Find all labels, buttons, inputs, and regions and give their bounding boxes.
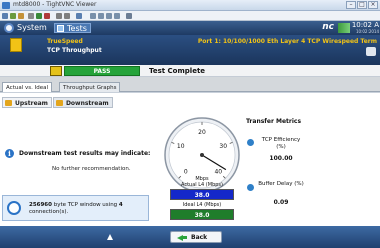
brand-logo: nc xyxy=(322,22,334,32)
tests-icon xyxy=(57,25,64,32)
results-panel: Upstream Downstream i Downstream test re… xyxy=(0,92,380,226)
downstream-label: Downstream xyxy=(65,100,109,107)
pause-icon[interactable] xyxy=(28,13,34,19)
status-strip: PASS Test Complete xyxy=(0,65,380,77)
tests-menu[interactable]: Tests xyxy=(54,23,91,33)
zoom-100-icon[interactable] xyxy=(106,13,112,19)
zoom-fit-icon[interactable] xyxy=(114,13,120,19)
tcp-window-text: 256960 byte TCP window using 4 connectio… xyxy=(29,202,147,216)
gauge-tick-label: 0 xyxy=(184,168,188,175)
fullscreen-icon[interactable] xyxy=(126,13,132,19)
tcp-window-size: 256960 xyxy=(29,202,52,208)
ctrl-alt-del-icon[interactable] xyxy=(44,13,50,19)
start-stop-icon[interactable] xyxy=(50,66,62,76)
buffer-delay-value: 0.09 xyxy=(273,199,289,206)
refresh-icon[interactable] xyxy=(36,13,42,19)
clock-time: 10:02 A xyxy=(351,21,379,29)
direction-tabs: Upstream Downstream xyxy=(2,97,113,108)
options-icon[interactable] xyxy=(18,13,24,19)
test-info-bar: TrueSpeed TCP Throughput Port 1: 10/100/… xyxy=(0,35,380,65)
upstream-icon xyxy=(5,100,12,106)
tcp-connections: 4 xyxy=(118,202,123,208)
ideal-l4-value: 38.0 xyxy=(170,209,234,220)
downstream-icon xyxy=(55,100,63,106)
result-tabs: Actual vs. Ideal Throughput Graphs xyxy=(0,82,380,92)
mouse-cursor-icon xyxy=(107,234,113,240)
gauge-tick-label: 40 xyxy=(214,168,222,175)
system-menu[interactable]: System xyxy=(17,23,47,32)
actual-l4-label: Actual L4 (Mbps) xyxy=(181,182,223,188)
minimize-icon[interactable]: – xyxy=(346,1,356,9)
gauge-hub xyxy=(200,153,204,157)
efficiency-icon xyxy=(247,139,254,146)
results-title: Downstream test results may indicate: xyxy=(19,150,151,157)
window-title: mtd8000 - TightVNC Viewer xyxy=(13,1,97,8)
gauge-tick-label: 30 xyxy=(219,143,227,150)
vnc-toolbar xyxy=(0,11,380,21)
gauge-tick-label: 10 xyxy=(177,143,185,150)
buffer-delay-label: Buffer Delay (%) xyxy=(258,181,304,187)
test-name: TrueSpeed xyxy=(47,38,83,45)
tests-label: Tests xyxy=(67,24,87,33)
results-detail: No further recommendation. xyxy=(52,166,131,172)
back-arrow-tail xyxy=(182,236,187,239)
battery-icon xyxy=(338,23,350,33)
ideal-l4-label: Ideal L4 (Mbps) xyxy=(182,202,222,208)
vnc-logo-icon xyxy=(2,2,10,9)
clock-icon xyxy=(7,201,21,215)
zoom-out-icon[interactable] xyxy=(98,13,104,19)
system-icon[interactable] xyxy=(4,23,14,33)
upstream-label: Upstream xyxy=(15,100,48,107)
tcp-efficiency-label: TCP Efficiency (%) xyxy=(261,137,301,150)
tab-upstream[interactable]: Upstream xyxy=(2,97,52,108)
camera-icon[interactable] xyxy=(366,47,376,56)
back-label: Back xyxy=(191,234,208,241)
gauge-tick-label: 20 xyxy=(198,129,206,136)
port-info: Port 1: 10/100/1000 Eth Layer 4 TCP Wire… xyxy=(197,38,377,45)
transfer-metrics-title: Transfer Metrics xyxy=(246,118,302,125)
tcp-connections-desc: connection(s). xyxy=(29,209,69,215)
tcp-window-box: 256960 byte TCP window using 4 connectio… xyxy=(2,195,149,221)
tcp-efficiency-value: 100.00 xyxy=(269,155,293,162)
maximize-icon[interactable]: □ xyxy=(357,1,367,9)
info-icon: i xyxy=(5,149,14,158)
pass-badge: PASS xyxy=(64,66,140,76)
buffer-delay-icon xyxy=(247,184,254,191)
truespeed-icon xyxy=(10,38,22,52)
zoom-in-icon[interactable] xyxy=(90,13,96,19)
ctrl-icon[interactable] xyxy=(56,13,62,19)
tab-downstream[interactable]: Downstream xyxy=(52,97,113,108)
new-connection-icon[interactable] xyxy=(2,13,8,19)
app-top-bar: System Tests nc 10:02 A 10:02:2014 xyxy=(0,21,380,35)
window-controls: – □ × xyxy=(346,1,378,9)
tab-actual-vs-ideal[interactable]: Actual vs. Ideal xyxy=(2,82,52,92)
tab-throughput-graphs[interactable]: Throughput Graphs xyxy=(59,82,121,92)
back-button[interactable]: Back xyxy=(170,231,222,243)
transfer-icon[interactable] xyxy=(76,13,82,19)
clock-date: 10:02:2014 xyxy=(355,29,379,34)
alt-icon[interactable] xyxy=(64,13,70,19)
tcp-window-desc: byte TCP window using xyxy=(51,202,119,208)
test-subname: TCP Throughput xyxy=(47,47,102,54)
actual-l4-value: 38.0 xyxy=(170,189,234,200)
bottom-bar: Back xyxy=(0,226,380,248)
save-icon[interactable] xyxy=(10,13,16,19)
status-message: Test Complete xyxy=(149,67,206,75)
close-icon[interactable]: × xyxy=(368,1,378,9)
vnc-title-bar: mtd8000 - TightVNC Viewer – □ × xyxy=(0,0,380,11)
